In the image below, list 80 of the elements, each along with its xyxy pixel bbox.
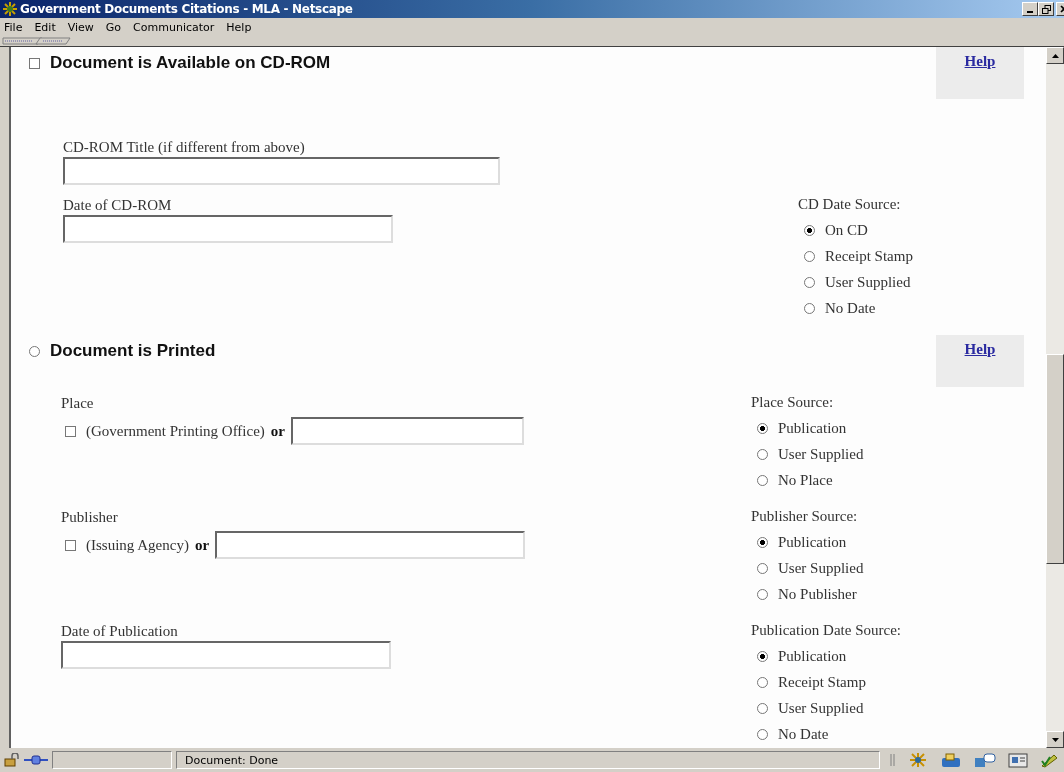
radio-button[interactable] (804, 224, 815, 236)
group-label: Publication Date Source: (751, 621, 902, 640)
group-label: CD Date Source: (798, 195, 902, 214)
radio-button[interactable] (804, 276, 815, 288)
grip-icon (890, 753, 896, 767)
menu-item[interactable]: File (4, 20, 23, 34)
group-label: Place Source: (751, 393, 835, 412)
address-card-icon[interactable] (1008, 752, 1028, 768)
option-label: Publication (778, 533, 847, 551)
down-arrow-icon (1051, 737, 1059, 742)
help-link[interactable]: Help (964, 341, 996, 358)
padlock-icon[interactable] (4, 753, 20, 767)
text-field[interactable] (63, 215, 393, 243)
radio-button[interactable] (757, 676, 768, 688)
radio-button[interactable] (757, 448, 768, 460)
option-label: User Supplied (778, 445, 864, 463)
chat-icon[interactable] (974, 752, 996, 768)
option-label: (Government Printing Office) (86, 422, 265, 440)
restore-icon (1041, 4, 1051, 14)
scroll-up-button[interactable] (1046, 47, 1064, 64)
field-label: CD-ROM Title (if different from above) (63, 138, 306, 157)
text-field[interactable] (61, 641, 391, 669)
radio-button[interactable] (757, 588, 768, 600)
option-label: No Place (778, 471, 833, 489)
or-label: or (270, 422, 285, 440)
radio-button[interactable] (757, 422, 768, 434)
mailbox-icon[interactable] (940, 752, 962, 768)
option-label: On CD (825, 221, 868, 239)
text-field[interactable] (63, 157, 500, 185)
checkbox[interactable] (65, 425, 76, 437)
option-label: No Publisher (778, 585, 857, 603)
app-icon (2, 1, 18, 17)
option-label: User Supplied (825, 273, 911, 291)
restore-button[interactable] (1038, 2, 1054, 16)
scroll-thumb[interactable] (1046, 354, 1064, 564)
radio-button[interactable] (757, 474, 768, 486)
checkbox[interactable] (65, 539, 76, 551)
minimize-button[interactable] (1022, 2, 1038, 16)
radio-button[interactable] (757, 536, 768, 548)
radio-button[interactable] (757, 562, 768, 574)
menu-item[interactable]: Help (226, 20, 252, 34)
radio-button[interactable] (804, 302, 815, 314)
navigator-icon[interactable] (908, 752, 928, 768)
radio-button[interactable] (804, 250, 815, 262)
menu-item[interactable]: View (67, 20, 94, 34)
window-title: Government Documents Citations - MLA - Netscape (20, 2, 353, 16)
menu-item[interactable]: Edit (34, 20, 56, 34)
or-label: or (194, 536, 210, 554)
option-label: No Date (825, 299, 876, 317)
pen-check-icon[interactable] (1040, 752, 1060, 768)
status-text: Document: Done (176, 751, 880, 769)
radio-button[interactable] (757, 728, 768, 740)
scroll-down-button[interactable] (1046, 731, 1064, 748)
option-label: User Supplied (778, 559, 864, 577)
checkbox[interactable] (29, 57, 40, 69)
option-label: (Issuing Agency) (86, 536, 189, 554)
option-label: Publication (778, 419, 847, 437)
radio-button[interactable] (757, 702, 768, 714)
field-label: Place (61, 394, 95, 413)
option-label: No Date (778, 725, 829, 743)
menu-item[interactable]: Communicator (133, 20, 215, 34)
text-field[interactable] (291, 417, 524, 445)
option-label: User Supplied (778, 699, 864, 717)
section-heading: Document is Available on CD-ROM (50, 53, 331, 73)
option-label: Receipt Stamp (778, 673, 866, 691)
field-label: Date of Publication (61, 622, 179, 641)
option-label: Receipt Stamp (825, 247, 913, 265)
radio-button[interactable] (757, 650, 768, 662)
menu-item[interactable]: Go (105, 20, 122, 34)
option-label: Publication (778, 647, 847, 665)
section-heading: Document is Printed (50, 341, 216, 361)
group-label: Publisher Source: (751, 507, 859, 526)
help-link[interactable]: Help (964, 53, 996, 70)
scrollbar[interactable] (1046, 47, 1064, 748)
text-field[interactable] (215, 531, 526, 559)
field-label: Publisher (61, 508, 119, 527)
radio-button[interactable] (29, 345, 40, 357)
connection-icon (24, 754, 48, 766)
up-arrow-icon (1051, 53, 1059, 58)
field-label: Date of CD-ROM (63, 196, 173, 215)
